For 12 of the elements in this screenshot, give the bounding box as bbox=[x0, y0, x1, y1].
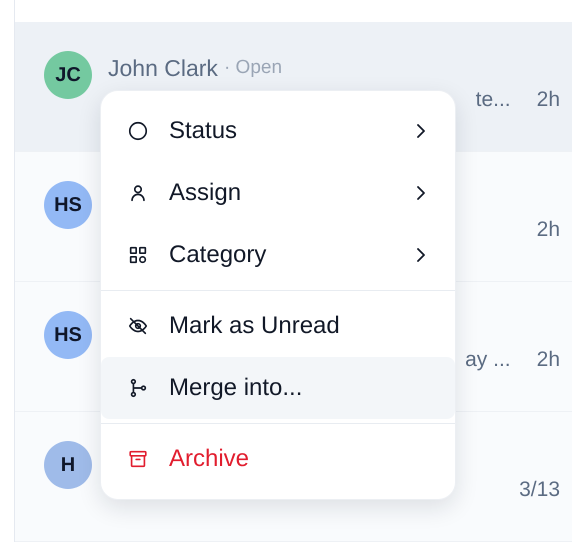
contact-name: John Clark bbox=[108, 54, 218, 83]
avatar: JC bbox=[44, 51, 92, 99]
avatar: HS bbox=[44, 181, 92, 229]
timestamp: 2h bbox=[536, 347, 560, 373]
timestamp: 3/13 bbox=[519, 477, 560, 503]
avatar: HS bbox=[44, 311, 92, 359]
message-preview: ay ... bbox=[465, 347, 511, 373]
timestamp: 2h bbox=[536, 217, 560, 243]
status-text: · Open bbox=[224, 56, 282, 80]
timestamp: 2h bbox=[536, 87, 560, 113]
message-preview: te... bbox=[476, 87, 511, 113]
avatar: H bbox=[44, 441, 92, 489]
